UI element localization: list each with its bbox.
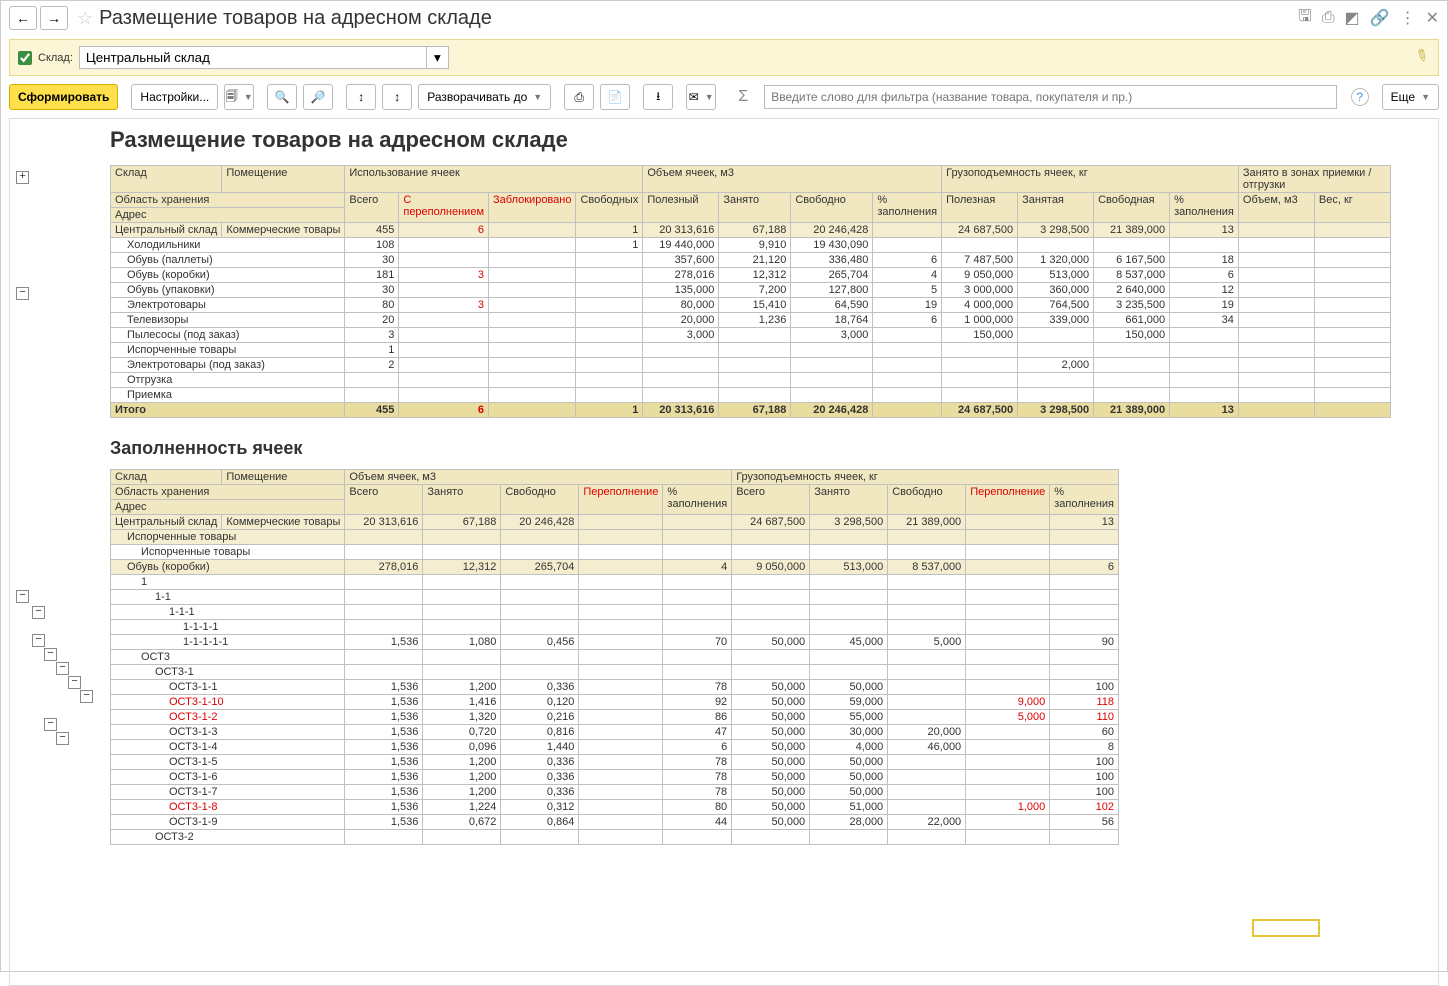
save-button[interactable]: ⭳	[643, 84, 673, 110]
menu-icon[interactable]: ⋮	[1400, 8, 1416, 28]
report1-table: СкладПомещение Использование ячеек Объем…	[110, 165, 1391, 418]
find-next-button[interactable]: 🔎	[303, 84, 333, 110]
link-icon[interactable]: 🔗	[1370, 8, 1390, 28]
more-button[interactable]: Еще▼	[1382, 84, 1439, 110]
window-title: Размещение товаров на адресном складе	[99, 7, 492, 30]
tree-collapse[interactable]: −	[44, 648, 57, 661]
warehouse-label: Склад:	[38, 52, 73, 64]
warehouse-checkbox[interactable]	[18, 51, 32, 65]
variants-button[interactable]: 🗐▼	[224, 84, 254, 110]
warehouse-input[interactable]	[79, 46, 427, 69]
tree-expand[interactable]: +	[16, 171, 29, 184]
toolbar: Сформировать Настройки... 🗐▼ 🔍 🔎 ↕ ↕ Раз…	[1, 80, 1447, 114]
expand-to-button[interactable]: Разворачивать до▼	[418, 84, 551, 110]
find-button[interactable]: 🔍	[267, 84, 297, 110]
pin-icon[interactable]: ✎	[1410, 44, 1432, 68]
tree-collapse[interactable]: −	[56, 732, 69, 745]
selection-indicator	[1252, 919, 1320, 937]
text-filter-input[interactable]	[764, 85, 1336, 109]
send-button[interactable]: ✉▼	[686, 84, 716, 110]
title-bar: ← → ☆ Размещение товаров на адресном скл…	[1, 1, 1447, 35]
forward-button[interactable]: →	[40, 6, 68, 30]
save-icon[interactable]: 🖫	[1298, 5, 1312, 32]
tree-collapse[interactable]: −	[80, 690, 93, 703]
report-title: Размещение товаров на адресном складе	[110, 127, 1434, 153]
preview-button[interactable]: 📄	[600, 84, 630, 110]
warehouse-combo[interactable]: ▾	[79, 46, 449, 69]
tree-collapse[interactable]: −	[16, 590, 29, 603]
report-area[interactable]: + − − − − − − − − − − Размещение товаров…	[9, 118, 1439, 986]
back-button[interactable]: ←	[9, 6, 37, 30]
tree-collapse[interactable]: −	[32, 634, 45, 647]
sigma-icon[interactable]: Σ	[732, 88, 754, 106]
print-button[interactable]: ⎙	[564, 84, 594, 110]
favorite-icon[interactable]: ☆	[77, 8, 93, 29]
expand-button[interactable]: ↕	[382, 84, 412, 110]
print-icon[interactable]: ⎙	[1322, 9, 1335, 27]
settings-button[interactable]: Настройки...	[131, 84, 218, 110]
report2-table: СкладПомещение Объем ячеек, м3 Грузоподъ…	[110, 469, 1119, 845]
close-icon[interactable]: ✕	[1426, 8, 1439, 28]
tree-collapse[interactable]: −	[56, 662, 69, 675]
report2-title: Заполненность ячеек	[110, 438, 1434, 459]
tree-collapse[interactable]: −	[68, 676, 81, 689]
combo-dropdown-button[interactable]: ▾	[427, 46, 449, 69]
filter-bar: Склад: ▾ ✎	[9, 39, 1439, 76]
tree-collapse[interactable]: −	[32, 606, 45, 619]
collapse-button[interactable]: ↕	[346, 84, 376, 110]
help-icon[interactable]: ?	[1351, 88, 1369, 106]
tree-collapse[interactable]: −	[16, 287, 29, 300]
tree-collapse[interactable]: −	[44, 718, 57, 731]
compare-icon[interactable]: ◩	[1345, 8, 1360, 28]
generate-button[interactable]: Сформировать	[9, 84, 118, 110]
